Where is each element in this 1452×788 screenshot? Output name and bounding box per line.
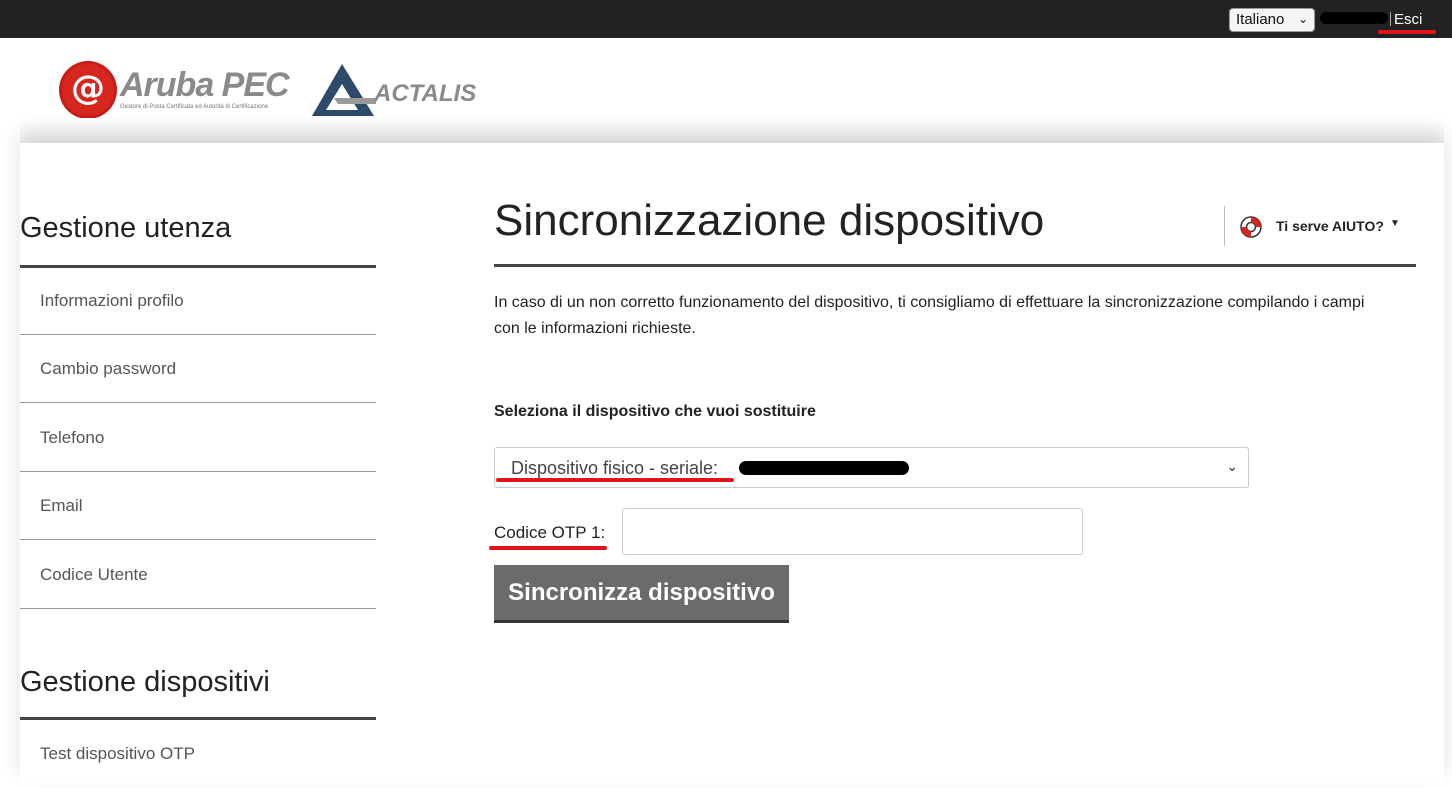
sidebar-item-label: Test dispositivo OTP xyxy=(40,744,195,763)
otp-label: Codice OTP 1: xyxy=(494,523,606,542)
sidebar-item-profile-info[interactable]: Informazioni profilo xyxy=(20,267,376,335)
language-select-value: Italiano xyxy=(1236,11,1285,28)
caret-down-icon: ▼ xyxy=(1390,218,1400,229)
sidebar-item-user-code[interactable]: Codice Utente xyxy=(20,541,376,609)
language-select[interactable]: Italiano ⌄ xyxy=(1229,8,1315,32)
lifebuoy-icon xyxy=(1240,216,1262,238)
actalis-logo: ACTALIS xyxy=(312,64,476,118)
top-bar: Italiano ⌄ Esci xyxy=(0,0,1452,38)
annotation-underline-device xyxy=(496,478,734,482)
annotation-underline-logout xyxy=(1378,30,1436,34)
device-field-label: Seleziona il dispositivo che vuoi sostit… xyxy=(494,403,816,420)
topbar-separator xyxy=(1390,12,1391,26)
sidebar-item-phone[interactable]: Telefono xyxy=(20,404,376,472)
help-label: Ti serve AIUTO? xyxy=(1276,218,1384,234)
help-separator xyxy=(1224,206,1225,246)
chevron-down-icon: ⌄ xyxy=(1297,12,1308,26)
aruba-brand-text: Aruba PEC xyxy=(120,66,290,104)
page-title: Sincronizzazione dispositivo xyxy=(494,196,1045,245)
aruba-tagline: Gestore di Posta Certificata ed Autorità… xyxy=(120,104,269,110)
sidebar-item-label: Codice Utente xyxy=(40,565,148,584)
intro-text: In caso di un non corretto funzionamento… xyxy=(494,294,1365,337)
actalis-triangle-icon xyxy=(312,64,376,116)
sidebar-item-label: Telefono xyxy=(40,428,105,447)
otp-input[interactable] xyxy=(622,508,1083,555)
device-select-value: Dispositivo fisico - seriale: xyxy=(511,458,719,478)
aruba-seal-icon: @ xyxy=(62,64,114,116)
sidebar-item-change-password[interactable]: Cambio password xyxy=(20,335,376,403)
sidebar-item-label: Cambio password xyxy=(40,359,177,378)
sidebar-heading-user: Gestione utenza xyxy=(20,212,232,244)
chevron-down-icon: ⌄ xyxy=(1226,458,1238,474)
redacted-serial xyxy=(739,461,909,475)
sidebar-item-email[interactable]: Email xyxy=(20,472,376,540)
logout-link[interactable]: Esci xyxy=(1394,11,1422,28)
sidebar-item-label: Email xyxy=(40,496,83,515)
sync-device-button[interactable]: Sincronizza dispositivo xyxy=(494,565,789,623)
redacted-username xyxy=(1320,12,1388,24)
sidebar-item-label: Informazioni profilo xyxy=(40,291,184,310)
annotation-underline-otp xyxy=(489,546,607,550)
actalis-brand-text: ACTALIS xyxy=(374,80,477,107)
sidebar-heading-devices: Gestione dispositivi xyxy=(20,666,270,698)
title-rule xyxy=(494,264,1416,267)
